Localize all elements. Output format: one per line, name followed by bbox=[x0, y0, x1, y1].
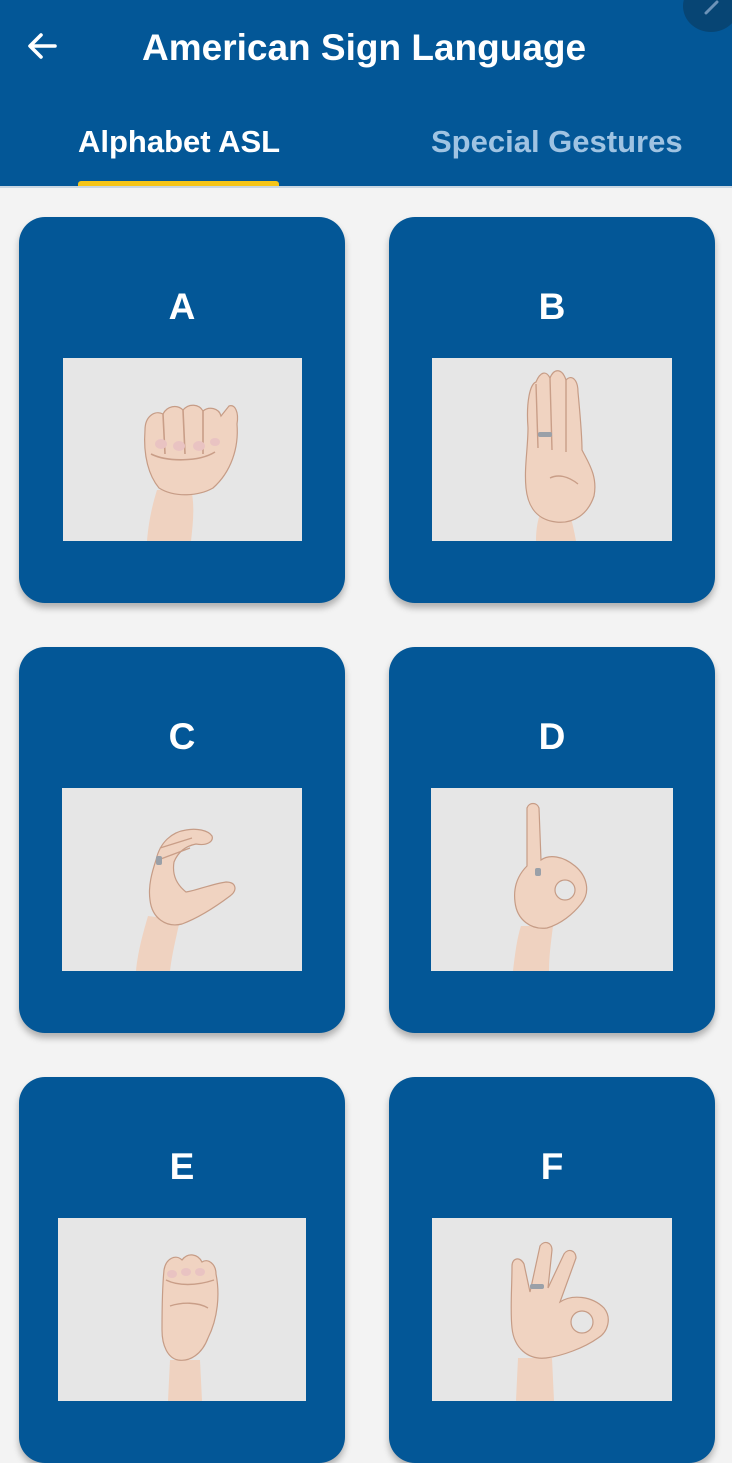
page-title: American Sign Language bbox=[142, 27, 587, 68]
hand-sign-d-image bbox=[431, 788, 673, 971]
hand-sign-f-image bbox=[432, 1218, 672, 1401]
card-letter: E bbox=[169, 1146, 195, 1187]
card-letter: D bbox=[538, 716, 566, 757]
tab-alphabet-asl[interactable]: Alphabet ASL bbox=[78, 118, 280, 166]
back-button[interactable] bbox=[20, 26, 64, 70]
tab-special-gestures[interactable]: Special Gestures bbox=[431, 118, 683, 166]
arrow-left-icon bbox=[25, 29, 59, 68]
hand-sign-c-image bbox=[62, 788, 302, 971]
sign-card-c[interactable]: C bbox=[19, 647, 345, 1033]
app-bar: American Sign Language Alphabet ASL Spec… bbox=[0, 0, 732, 186]
card-letter: C bbox=[168, 716, 196, 757]
sign-card-f[interactable]: F bbox=[389, 1077, 715, 1463]
sign-card-b[interactable]: B bbox=[389, 217, 715, 603]
hand-sign-a-image bbox=[63, 358, 302, 541]
header-divider bbox=[0, 186, 732, 188]
card-letter: B bbox=[538, 286, 566, 327]
hand-sign-e-image bbox=[58, 1218, 306, 1401]
sign-card-e[interactable]: E bbox=[19, 1077, 345, 1463]
card-letter: F bbox=[540, 1146, 564, 1187]
sign-card-a[interactable]: A bbox=[19, 217, 345, 603]
edit-button[interactable] bbox=[683, 0, 732, 32]
hand-sign-b-image bbox=[432, 358, 672, 541]
sign-card-d[interactable]: D bbox=[389, 647, 715, 1033]
card-letter: A bbox=[168, 286, 196, 327]
